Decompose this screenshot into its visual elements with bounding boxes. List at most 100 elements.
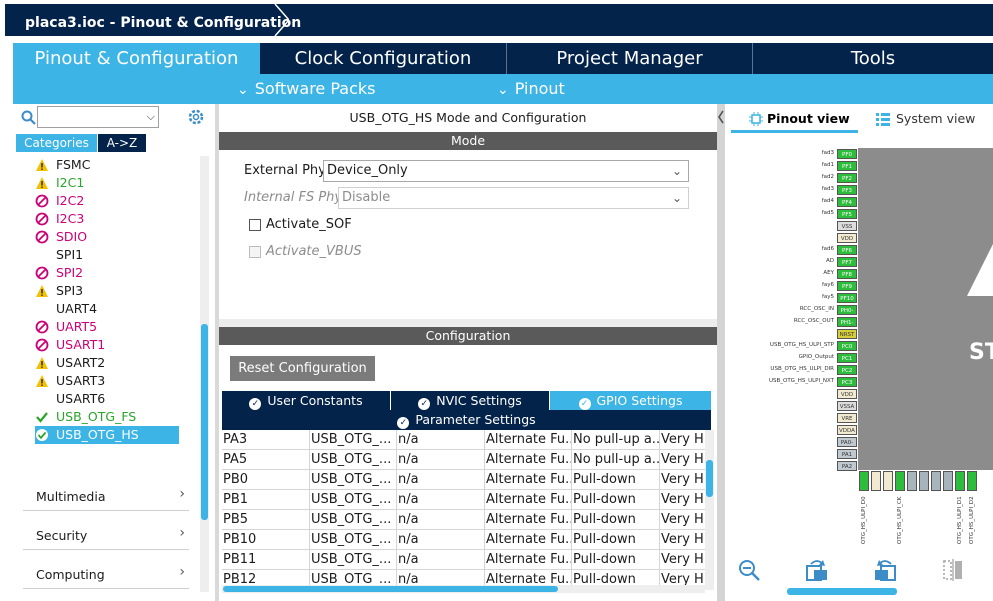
pin[interactable]: PF2 (837, 173, 857, 183)
pin[interactable]: PH0- (837, 305, 857, 315)
pin[interactable]: PC3 (837, 377, 857, 387)
scrollbar-thumb[interactable] (223, 586, 558, 592)
pin[interactable] (967, 471, 977, 491)
group-multimedia[interactable]: Multimedia › (23, 481, 189, 511)
tab-user-constants[interactable]: ✓ User Constants (222, 391, 390, 411)
internal-fs-phy-label: Internal FS Phy (244, 190, 343, 205)
group-security[interactable]: Security › (23, 520, 189, 550)
pin[interactable] (955, 471, 965, 491)
zoom-out-icon[interactable] (737, 558, 761, 582)
tab-tools[interactable]: Tools (753, 43, 993, 74)
tab-categories[interactable]: Categories (16, 134, 97, 152)
pin[interactable] (943, 471, 953, 491)
pin[interactable] (919, 471, 929, 491)
check-circle-icon (36, 429, 48, 441)
tab-a-z[interactable]: A->Z (98, 134, 146, 152)
tab-gpio-settings[interactable]: ✓ GPIO Settings (550, 391, 711, 411)
search-icon[interactable] (21, 110, 37, 126)
tab-pinout-configuration[interactable]: Pinout & Configuration (13, 43, 260, 74)
chevron-right-icon: › (179, 525, 185, 541)
pinout-menu[interactable]: ⌄ Pinout (497, 74, 565, 104)
flip-icon[interactable] (941, 558, 965, 582)
pin[interactable]: PF7 (837, 257, 857, 267)
table-row[interactable]: PB10 USB_OTG_... n/a Alternate Fu... Pul… (222, 530, 707, 550)
pin[interactable]: VRE (837, 413, 857, 423)
reset-configuration-button[interactable]: Reset Configuration (230, 356, 375, 381)
tab-pinout-view[interactable]: Pinout view (749, 108, 850, 130)
pin-label: fay6 (821, 282, 834, 288)
pin[interactable]: VDDA (837, 425, 857, 435)
table-row[interactable]: PB0 USB_OTG_... n/a Alternate Fu... Pull… (222, 470, 707, 490)
pinout-horizontal-scrollbar[interactable] (787, 588, 897, 595)
activate-sof-checkbox[interactable] (249, 219, 261, 231)
table-row[interactable]: PA5 USB_OTG_... n/a Alternate Fu... No p… (222, 450, 707, 470)
activate-vbus-checkbox (249, 246, 261, 258)
pin[interactable]: PA2 (837, 461, 857, 471)
rotate-counterclockwise-icon[interactable] (873, 558, 897, 582)
chevron-down-icon[interactable]: ⌵ (147, 110, 155, 124)
scrollbar-thumb[interactable] (706, 460, 713, 497)
pin-label: fay5 (821, 294, 834, 300)
rotate-clockwise-icon[interactable] (805, 558, 829, 582)
pin[interactable] (859, 471, 869, 491)
pin[interactable] (871, 471, 881, 491)
pin[interactable]: VDD (837, 389, 857, 399)
gear-icon[interactable] (187, 108, 205, 126)
pin[interactable]: PF4 (837, 197, 857, 207)
pin[interactable] (907, 471, 917, 491)
pin-label: RCC_OSC_IN (799, 306, 834, 312)
pin[interactable]: VSS (837, 221, 857, 231)
pin[interactable] (895, 471, 905, 491)
pin[interactable]: PA0- (837, 437, 857, 447)
external-phy-select[interactable]: Device_Only ⌄ (323, 160, 689, 182)
pin[interactable]: PF0 (837, 149, 857, 159)
collapse-left-icon[interactable] (717, 109, 725, 139)
search-input[interactable]: ⌵ (37, 106, 159, 128)
pin[interactable]: PC2 (837, 365, 857, 375)
pin[interactable]: PF8 (837, 269, 857, 279)
table-horizontal-scrollbar[interactable] (222, 585, 705, 593)
pin[interactable]: PH1- (837, 317, 857, 327)
panel-splitter[interactable] (717, 104, 725, 601)
tab-parameter-settings[interactable]: ✓ Parameter Settings (222, 410, 711, 430)
pin[interactable]: PF3 (837, 185, 857, 195)
pin[interactable] (931, 471, 941, 491)
pin[interactable]: PF9 (837, 281, 857, 291)
table-row[interactable]: PB5 USB_OTG_... n/a Alternate Fu... Pull… (222, 510, 707, 530)
pin-label: fad2 (821, 174, 834, 180)
tab-system-view[interactable]: System view (876, 108, 975, 130)
table-vertical-scrollbar[interactable] (705, 430, 714, 590)
tab-clock-configuration[interactable]: Clock Configuration (260, 43, 506, 74)
sub-menu-bar: ⌄ Software Packs ⌄ Pinout (13, 74, 993, 104)
pin[interactable]: PF1 (837, 161, 857, 171)
pin[interactable]: VSSA (837, 401, 857, 411)
activate-sof-label: Activate_SOF (266, 217, 352, 232)
category-scrollbar[interactable] (200, 156, 209, 592)
table-row[interactable]: PB11 USB_OTG_... n/a Alternate Fu... Pul… (222, 550, 707, 570)
pin-label: USB_OTG_HS_ULPI_NXT (768, 378, 834, 384)
pin[interactable]: VDD (837, 233, 857, 243)
pin[interactable] (883, 471, 893, 491)
blocked-icon (35, 212, 49, 226)
pin[interactable]: PF6 (837, 245, 857, 255)
blocked-icon (35, 230, 49, 244)
pin-label: USB_OTG_HS_ULPI_DIR (770, 366, 834, 372)
pin[interactable]: PA1 (837, 449, 857, 459)
tab-nvic-settings[interactable]: ✓ NVIC Settings (391, 391, 549, 411)
group-computing[interactable]: Computing › (23, 559, 189, 589)
tab-project-manager[interactable]: Project Manager (507, 43, 752, 74)
pin[interactable]: PC1 (837, 353, 857, 363)
table-row[interactable]: PA3 USB_OTG_... n/a Alternate Fu... No p… (222, 430, 707, 450)
table-row[interactable]: PB1 USB_OTG_... n/a Alternate Fu... Pull… (222, 490, 707, 510)
software-packs-menu[interactable]: ⌄ Software Packs (237, 74, 375, 104)
pin[interactable]: PF10 (837, 293, 857, 303)
pin[interactable]: NRST (837, 329, 857, 339)
pin[interactable]: PF5 (837, 209, 857, 219)
checkmark-icon (36, 412, 48, 423)
breadcrumb[interactable]: placa3.ioc - Pinout & Configuration (5, 4, 301, 36)
mode-header: Mode (219, 132, 717, 150)
pin[interactable]: PC0 (837, 341, 857, 351)
mcu-chip-body[interactable] (858, 148, 993, 470)
section-divider[interactable] (219, 319, 717, 327)
scrollbar-thumb[interactable] (201, 324, 208, 520)
